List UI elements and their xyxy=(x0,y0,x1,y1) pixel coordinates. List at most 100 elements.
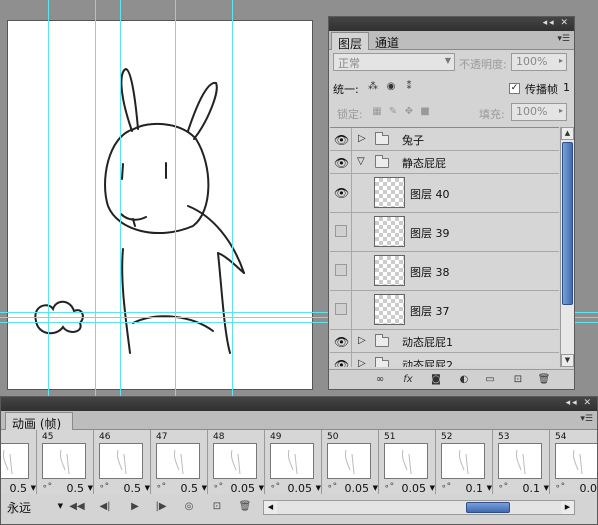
visibility-toggle[interactable] xyxy=(330,291,352,329)
layer-group-static[interactable]: 👁 ▽ 静态屁屁 xyxy=(330,151,559,174)
visibility-toggle[interactable] xyxy=(330,213,352,251)
canvas[interactable] xyxy=(7,20,313,390)
opacity-input[interactable]: 100% ▸ xyxy=(511,53,567,71)
animation-frame[interactable]: 49 ∘° 0.05 ▼ xyxy=(266,430,322,494)
unify-style-icon[interactable]: ⁑ xyxy=(403,81,415,93)
animation-frame[interactable]: 46 ∘° 0.5 ▼ xyxy=(95,430,151,494)
layer-list-scrollbar[interactable]: ▲ ▼ xyxy=(560,127,574,367)
animation-frame[interactable]: 51 ∘° 0.05 ▼ xyxy=(380,430,436,494)
panel-menu-icon[interactable]: ▾☰ xyxy=(557,34,570,44)
play-icon[interactable]: ▶ xyxy=(127,500,143,514)
scroll-thumb[interactable] xyxy=(466,502,510,513)
frame-delay[interactable]: 0.1 xyxy=(523,482,541,494)
next-frame-icon[interactable]: |▶ xyxy=(153,500,169,514)
tween-icon[interactable]: ∘° xyxy=(441,482,451,492)
visibility-toggle[interactable]: 👁 xyxy=(330,151,352,173)
unify-visibility-icon[interactable]: ◉ xyxy=(385,81,397,93)
lock-move-icon[interactable]: ✥ xyxy=(403,106,415,118)
lock-all-icon[interactable]: ■ xyxy=(419,106,431,118)
scroll-down-icon[interactable]: ▼ xyxy=(561,354,574,367)
frame-delay[interactable]: 0.05 xyxy=(345,482,370,494)
frame-delay[interactable]: 0.5 xyxy=(124,482,142,494)
adjustment-layer-icon[interactable]: ◐ xyxy=(457,373,471,386)
layer-item[interactable]: 👁 图层 40 xyxy=(330,174,559,213)
layer-group-dynamic-1[interactable]: 👁 ▷ 动态屁屁1 xyxy=(330,330,559,353)
layer-item[interactable]: 图层 39 xyxy=(330,213,559,252)
animation-frame[interactable]: 54∘°0.0▼ xyxy=(551,430,597,494)
propagate-frame-checkbox[interactable]: ✓ xyxy=(509,83,520,94)
layer-list[interactable]: 👁 ▷ 兔子 👁 ▽ 静态屁屁 👁 图层 40 图层 39 图层 38 图层 3… xyxy=(330,127,559,367)
collapse-close-icons[interactable]: ◂◂ ✕ xyxy=(543,18,570,28)
previous-frame-icon[interactable]: ◀| xyxy=(97,500,113,514)
panel-titlebar[interactable]: ◂◂ ✕ xyxy=(1,397,597,411)
visibility-toggle[interactable]: 👁 xyxy=(330,174,352,212)
new-group-icon[interactable]: ▭ xyxy=(483,373,497,386)
frame-delay[interactable]: 0.5 xyxy=(181,482,199,494)
blend-mode-select[interactable]: 正常 ▼ xyxy=(333,53,455,71)
expand-triangle-icon[interactable]: ▷ xyxy=(358,358,366,367)
duplicate-frame-icon[interactable]: ⊡ xyxy=(209,500,225,514)
add-mask-icon[interactable]: ◙ xyxy=(429,373,443,386)
visibility-toggle[interactable] xyxy=(330,252,352,290)
scroll-right-icon[interactable]: ▶ xyxy=(561,501,574,514)
layer-group-rabbit[interactable]: 👁 ▷ 兔子 xyxy=(330,128,559,151)
lock-brush-icon[interactable]: ✎ xyxy=(387,106,399,118)
frame-strip-scrollbar[interactable]: ◀ ▶ xyxy=(263,500,575,515)
layer-item[interactable]: 图层 37 xyxy=(330,291,559,330)
layer-item[interactable]: 图层 38 xyxy=(330,252,559,291)
frame-delay[interactable]: 0.05 xyxy=(231,482,256,494)
frame-delay[interactable]: 0.1 xyxy=(466,482,484,494)
visibility-toggle[interactable]: 👁 xyxy=(330,353,352,367)
animation-frame[interactable]: ∘°0.5▼ xyxy=(1,430,37,494)
frame-delay[interactable]: 0.5 xyxy=(10,482,28,494)
collapse-close-icons[interactable]: ◂◂ ✕ xyxy=(566,398,593,408)
tween-icon[interactable]: ∘° xyxy=(213,482,223,492)
panel-menu-icon[interactable]: ▾☰ xyxy=(580,414,593,424)
visibility-toggle[interactable]: 👁 xyxy=(330,128,352,150)
tween-icon[interactable]: ∘° xyxy=(270,482,280,492)
visibility-toggle[interactable]: 👁 xyxy=(330,330,352,352)
fill-input[interactable]: 100% ▸ xyxy=(511,103,567,121)
animation-frame[interactable]: 53 ∘° 0.1 ▼ xyxy=(494,430,550,494)
layer-style-icon[interactable]: fx xyxy=(401,373,415,386)
scroll-up-icon[interactable]: ▲ xyxy=(561,127,574,140)
tab-animation-frames[interactable]: 动画 (帧) xyxy=(5,412,73,431)
new-layer-icon[interactable]: ⊡ xyxy=(511,373,525,386)
delete-frame-icon[interactable]: 🗑 xyxy=(237,500,253,514)
animation-frame[interactable]: 45 ∘° 0.5 ▼ xyxy=(38,430,94,494)
tab-channels[interactable]: 通道 xyxy=(369,32,405,50)
animation-frame[interactable]: 52 ∘° 0.1 ▼ xyxy=(437,430,493,494)
frame-delay[interactable]: 0.05 xyxy=(288,482,313,494)
document-canvas-area[interactable] xyxy=(0,0,328,400)
frame-sketch xyxy=(3,449,13,475)
first-frame-icon[interactable]: ◀◀ xyxy=(69,500,85,514)
lock-transparent-icon[interactable]: ▦ xyxy=(371,106,383,118)
scroll-left-icon[interactable]: ◀ xyxy=(264,501,277,514)
animation-frame[interactable]: 48 ∘° 0.05 ▼ xyxy=(209,430,265,494)
tween-icon[interactable]: ◎ xyxy=(181,500,197,514)
expand-triangle-icon[interactable]: ▷ xyxy=(358,133,366,144)
animation-frame[interactable]: 50 ∘° 0.05 ▼ xyxy=(323,430,379,494)
tween-icon[interactable]: ∘° xyxy=(99,482,109,492)
collapse-triangle-icon[interactable]: ▽ xyxy=(357,156,365,167)
tween-icon[interactable]: ∘° xyxy=(42,482,52,492)
tween-icon[interactable]: ∘° xyxy=(498,482,508,492)
layer-group-dynamic-2[interactable]: 👁 ▷ 动态屁屁2 xyxy=(330,353,559,367)
tween-icon[interactable]: ∘° xyxy=(156,482,166,492)
tween-icon[interactable]: ∘° xyxy=(327,482,337,492)
tab-layers[interactable]: 图层 xyxy=(331,32,370,51)
expand-triangle-icon[interactable]: ▷ xyxy=(358,335,366,346)
frame-delay[interactable]: 0.0 xyxy=(580,482,598,494)
frame-strip[interactable]: ∘°0.5▼45∘°0.5▼46∘°0.5▼47∘°0.5▼48∘°0.05▼4… xyxy=(1,430,597,494)
frame-delay[interactable]: 0.5 xyxy=(67,482,85,494)
link-layers-icon[interactable]: ∞ xyxy=(373,373,387,386)
panel-titlebar[interactable]: ◂◂ ✕ xyxy=(329,17,574,31)
tween-icon[interactable]: ∘° xyxy=(384,482,394,492)
loop-select[interactable]: 永远 ▼ xyxy=(7,499,63,515)
frame-delay[interactable]: 0.05 xyxy=(402,482,427,494)
tween-icon[interactable]: ∘° xyxy=(555,482,565,492)
scroll-thumb[interactable] xyxy=(562,142,573,305)
animation-frame[interactable]: 47 ∘° 0.5 ▼ xyxy=(152,430,208,494)
delete-layer-icon[interactable]: 🗑 xyxy=(537,373,551,386)
unify-position-icon[interactable]: ⁂ xyxy=(367,81,379,93)
